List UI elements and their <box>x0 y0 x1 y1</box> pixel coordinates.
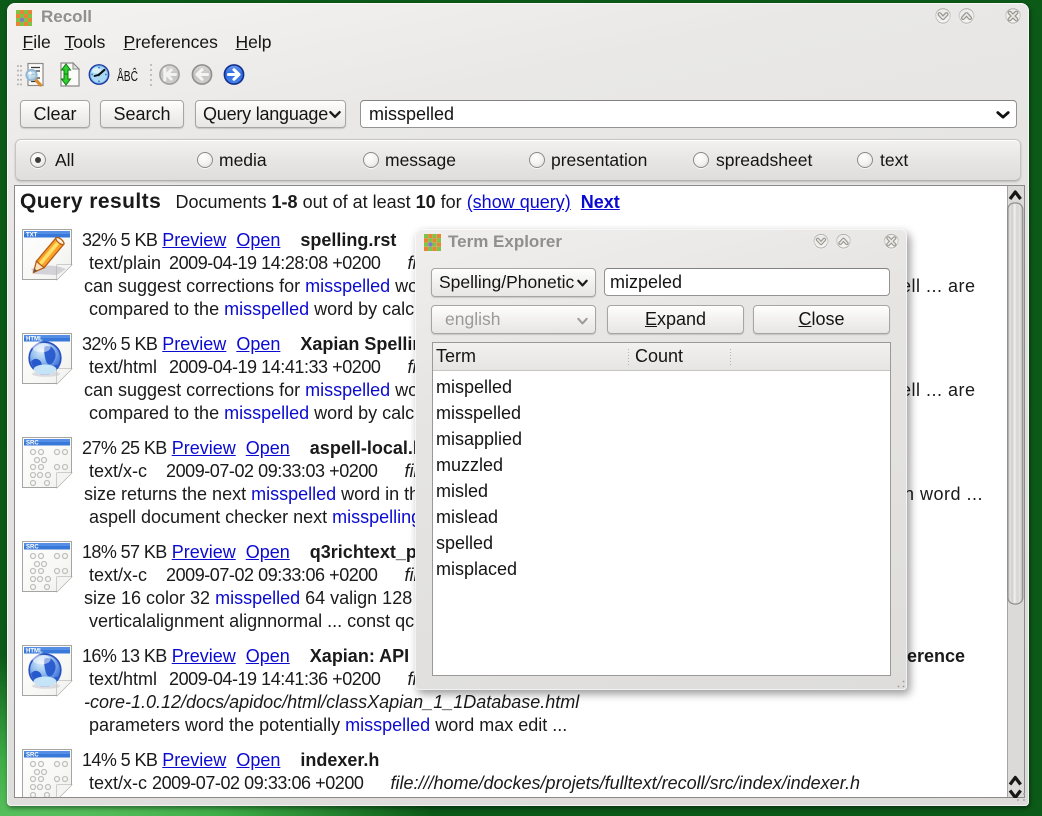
svg-text:SRC: SRC <box>26 753 39 759</box>
svg-text:HTML: HTML <box>26 649 43 655</box>
svg-text:ÅBĈ: ÅBĈ <box>117 68 138 85</box>
svg-text:SRC: SRC <box>26 441 39 447</box>
svg-text:TXT: TXT <box>26 233 38 239</box>
svg-text:SRC: SRC <box>26 545 39 551</box>
svg-text:HTML: HTML <box>26 337 43 343</box>
